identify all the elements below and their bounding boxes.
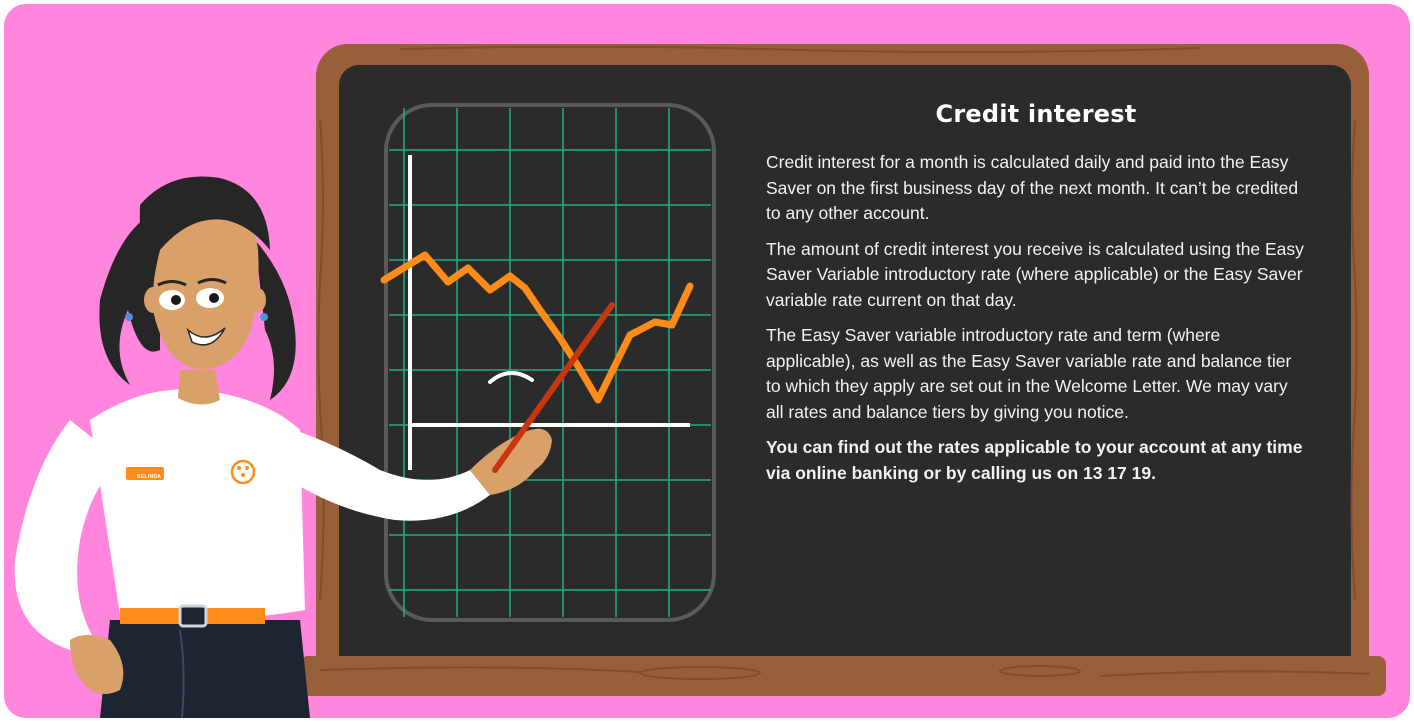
paragraph-1: Credit interest for a month is calculate… — [766, 152, 1299, 223]
section-heading: Credit interest — [935, 100, 1137, 128]
info-card: BELINDA Credit interest Credit interest … — [4, 4, 1410, 718]
paragraph-3: The Easy Saver variable introductory rat… — [766, 325, 1292, 422]
name-badge: BELINDA — [130, 471, 168, 484]
text-panel: Credit interest Credit interest for a mo… — [766, 100, 1306, 496]
paragraph-2: The amount of credit interest you receiv… — [766, 238, 1304, 310]
graph-icon — [380, 103, 716, 622]
bold-note: You can find out the rates applicable to… — [766, 437, 1303, 483]
name-badge-text: BELINDA — [136, 474, 162, 480]
